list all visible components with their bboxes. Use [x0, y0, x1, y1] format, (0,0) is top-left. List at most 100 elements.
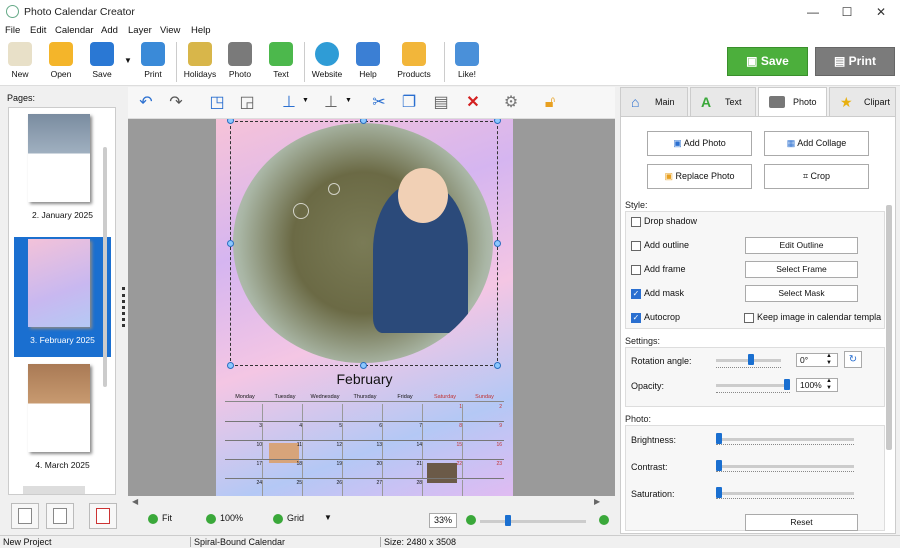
saturation-slider-knob[interactable]: [716, 487, 722, 498]
save-big-button[interactable]: ▣ Save: [727, 47, 808, 76]
page-thumbnail-march[interactable]: 4. March 2025: [14, 362, 111, 482]
calendar-grid[interactable]: Monday Tuesday Wednesday Thursday Friday…: [225, 392, 504, 496]
align-icon[interactable]: ⊥: [278, 93, 300, 113]
calendar-day-cell[interactable]: 11: [265, 442, 303, 459]
add-collage-button[interactable]: ▦ Add Collage: [764, 131, 869, 156]
resize-handle[interactable]: [494, 119, 501, 124]
replace-photo-button[interactable]: ▣ Replace Photo: [647, 164, 752, 189]
rotate-reset-icon[interactable]: ↻: [844, 351, 862, 368]
add-mask-checkbox[interactable]: ✓ Add mask: [631, 288, 684, 299]
calendar-day-cell[interactable]: 3: [225, 423, 263, 440]
align-dropdown-icon[interactable]: ▼: [302, 97, 309, 104]
like-button[interactable]: Like!: [447, 40, 487, 84]
calendar-day-cell[interactable]: 20: [345, 461, 383, 478]
calendar-day-cell[interactable]: 6: [345, 423, 383, 440]
add-frame-checkbox[interactable]: Add frame: [631, 264, 686, 275]
calendar-day-cell[interactable]: 1: [425, 404, 463, 421]
calendar-day-cell[interactable]: 2: [465, 404, 502, 421]
calendar-day-cell[interactable]: [385, 404, 423, 421]
panel-splitter-handle[interactable]: [122, 287, 126, 327]
calendar-day-cell[interactable]: 21: [385, 461, 423, 478]
grid-button[interactable]: Grid: [273, 513, 304, 524]
calendar-day-cell[interactable]: [345, 404, 383, 421]
resize-handle[interactable]: [494, 362, 501, 369]
pages-scrollbar[interactable]: [103, 147, 107, 387]
resize-handle[interactable]: [360, 362, 367, 369]
selection-box[interactable]: [230, 121, 498, 366]
opacity-slider[interactable]: [716, 384, 790, 387]
checkbox[interactable]: [631, 264, 641, 275]
scroll-right-icon[interactable]: ▶: [594, 497, 600, 506]
print-big-button[interactable]: ▤ Print: [815, 47, 895, 76]
add-page-button[interactable]: [11, 503, 39, 529]
calendar-day-cell[interactable]: 17: [225, 461, 263, 478]
select-mask-button[interactable]: Select Mask: [745, 285, 858, 302]
calendar-day-cell[interactable]: [225, 404, 263, 421]
checkbox[interactable]: [744, 312, 754, 323]
photo-toolbar-button[interactable]: Photo: [220, 40, 260, 84]
new-button[interactable]: New: [0, 40, 40, 84]
menu-help[interactable]: Help: [191, 25, 211, 36]
tab-text[interactable]: A Text: [690, 87, 756, 116]
calendar-day-cell[interactable]: 23: [465, 461, 502, 478]
calendar-day-cell[interactable]: 15: [425, 442, 463, 459]
checkbox[interactable]: [631, 240, 641, 251]
select-frame-button[interactable]: Select Frame: [745, 261, 858, 278]
calendar-day-cell[interactable]: 7: [385, 423, 423, 440]
page-thumbnail-february[interactable]: 3. February 2025: [14, 237, 111, 357]
calendar-day-cell[interactable]: 28: [385, 480, 423, 496]
grid-dropdown-icon[interactable]: ▼: [324, 513, 332, 522]
calendar-day-cell[interactable]: 27: [345, 480, 383, 496]
undo-icon[interactable]: ↶: [135, 93, 157, 113]
calendar-day-cell[interactable]: 26: [305, 480, 343, 496]
checkbox-checked[interactable]: ✓: [631, 288, 641, 299]
keep-image-checkbox[interactable]: Keep image in calendar templa: [744, 312, 881, 323]
distribute-icon[interactable]: ⊥: [320, 93, 342, 113]
menu-view[interactable]: View: [160, 25, 180, 36]
calendar-page[interactable]: February Monday Tuesday Wednesday Thursd…: [216, 119, 513, 496]
calendar-day-cell[interactable]: [465, 480, 502, 496]
print-toolbar-button[interactable]: Print: [133, 40, 173, 84]
calendar-day-cell[interactable]: 10: [225, 442, 263, 459]
canvas-area[interactable]: February Monday Tuesday Wednesday Thursd…: [128, 119, 615, 496]
spin-arrows-icon[interactable]: ▲ ▼: [826, 353, 832, 367]
pages-list[interactable]: 2. January 2025 3. February 2025 4. Marc…: [8, 107, 116, 495]
calendar-day-cell[interactable]: 24: [225, 480, 263, 496]
calendar-day-cell[interactable]: [265, 404, 303, 421]
menu-layer[interactable]: Layer: [128, 25, 152, 36]
help-toolbar-button[interactable]: Help: [348, 40, 388, 84]
fit-button[interactable]: Fit: [148, 513, 172, 524]
rotation-slider-knob[interactable]: [748, 354, 754, 365]
calendar-day-cell[interactable]: 19: [305, 461, 343, 478]
duplicate-page-button[interactable]: [46, 503, 74, 529]
save-dropdown-icon[interactable]: ▼: [124, 56, 132, 65]
add-photo-button[interactable]: ▣ Add Photo: [647, 131, 752, 156]
scroll-left-icon[interactable]: ◀: [132, 497, 138, 506]
calendar-day-cell[interactable]: 8: [425, 423, 463, 440]
save-toolbar-button[interactable]: Save: [82, 40, 122, 84]
website-button[interactable]: Website: [307, 40, 347, 84]
bring-front-icon[interactable]: ◳: [206, 93, 228, 113]
crop-button[interactable]: ⌗ Crop: [764, 164, 869, 189]
redo-icon[interactable]: ↷: [165, 93, 187, 113]
resize-handle[interactable]: [227, 240, 234, 247]
calendar-day-cell[interactable]: 9: [465, 423, 502, 440]
resize-handle[interactable]: [494, 240, 501, 247]
resize-handle[interactable]: [227, 362, 234, 369]
reset-button[interactable]: Reset: [745, 514, 858, 531]
delete-page-button[interactable]: [89, 503, 117, 529]
autocrop-checkbox[interactable]: ✓ Autocrop: [631, 312, 680, 323]
menu-add[interactable]: Add: [101, 25, 118, 36]
tab-clipart[interactable]: ★ Clipart: [829, 87, 896, 116]
send-back-icon[interactable]: ◲: [236, 93, 258, 113]
contrast-slider[interactable]: [716, 465, 854, 468]
page-thumbnail-next[interactable]: [23, 486, 85, 494]
zoom-out-icon[interactable]: [466, 515, 476, 525]
text-toolbar-button[interactable]: Text: [261, 40, 301, 84]
zoom-slider-knob[interactable]: [505, 515, 511, 526]
calendar-day-cell[interactable]: 13: [345, 442, 383, 459]
menu-calendar[interactable]: Calendar: [55, 25, 94, 36]
zoom-100-button[interactable]: 100%: [206, 513, 243, 524]
minimize-button[interactable]: —: [796, 0, 830, 24]
holidays-button[interactable]: Holidays: [180, 40, 220, 84]
